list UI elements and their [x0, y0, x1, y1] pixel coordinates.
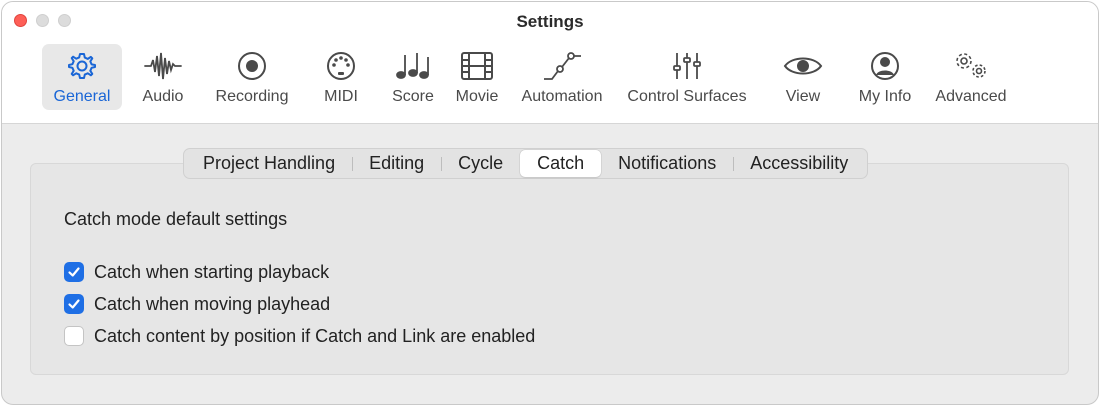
subtab-accessibility[interactable]: Accessibility: [733, 150, 865, 177]
tab-my-info[interactable]: My Info: [846, 44, 924, 110]
notes-icon: [395, 50, 431, 82]
checkbox-unchecked[interactable]: [64, 326, 84, 346]
subtab-editing[interactable]: Editing: [352, 150, 441, 177]
gear-icon: [66, 50, 98, 82]
gears-icon: [951, 50, 991, 82]
section-title: Catch mode default settings: [64, 209, 288, 229]
tab-advanced[interactable]: Advanced: [924, 44, 1018, 110]
tab-my-info-label: My Info: [858, 88, 912, 105]
tab-general-label: General: [53, 88, 111, 105]
tab-recording[interactable]: Recording: [204, 44, 300, 110]
tab-general[interactable]: General: [42, 44, 122, 110]
tab-view[interactable]: View: [760, 44, 846, 110]
option-catch-starting-playback[interactable]: Catch when starting playback: [64, 256, 535, 288]
waveform-icon: [143, 50, 183, 82]
tab-movie[interactable]: Movie: [444, 44, 510, 110]
tab-score-label: Score: [392, 88, 434, 105]
tab-control-surfaces[interactable]: Control Surfaces: [614, 44, 760, 110]
automation-icon: [542, 50, 582, 82]
tab-audio[interactable]: Audio: [122, 44, 204, 110]
checkmark-icon: [68, 267, 80, 277]
option-label: Catch content by position if Catch and L…: [94, 325, 536, 346]
window-title: Settings: [516, 12, 584, 31]
subtab-catch[interactable]: Catch: [520, 150, 602, 177]
option-label: Catch when moving playhead: [94, 293, 331, 314]
tab-view-label: View: [785, 88, 821, 105]
option-label: Catch when starting playback: [94, 261, 330, 282]
tab-recording-label: Recording: [215, 88, 289, 105]
option-catch-content-by-position[interactable]: Catch content by position if Catch and L…: [64, 320, 535, 352]
eye-icon: [783, 50, 823, 82]
option-catch-moving-playhead[interactable]: Catch when moving playhead: [64, 288, 535, 320]
catch-options: Catch when starting playback Catch when …: [64, 256, 535, 352]
subtab-project-handling[interactable]: Project Handling: [186, 150, 352, 177]
faders-icon: [672, 50, 702, 82]
record-icon: [236, 50, 268, 82]
tab-automation[interactable]: Automation: [510, 44, 614, 110]
tab-advanced-label: Advanced: [935, 88, 1007, 105]
tab-control-surfaces-label: Control Surfaces: [627, 88, 747, 105]
settings-toolbar: General Audio Recording MIDI Score Movie…: [42, 44, 1018, 110]
tab-midi[interactable]: MIDI: [300, 44, 382, 110]
titlebar: Settings General Audio Recording MIDI Sc…: [2, 2, 1098, 124]
general-subtabs: Project Handling Editing Cycle Catch Not…: [183, 148, 869, 179]
tab-automation-label: Automation: [521, 88, 603, 105]
checkmark-icon: [68, 299, 80, 309]
subtab-cycle[interactable]: Cycle: [441, 150, 520, 177]
person-icon: [869, 50, 901, 82]
film-icon: [460, 50, 494, 82]
midi-icon: [325, 50, 357, 82]
tab-movie-label: Movie: [455, 88, 499, 105]
tab-score[interactable]: Score: [382, 44, 444, 110]
checkbox-checked[interactable]: [64, 262, 84, 282]
tab-midi-label: MIDI: [324, 88, 358, 105]
tab-audio-label: Audio: [142, 88, 184, 105]
subtab-notifications[interactable]: Notifications: [601, 150, 733, 177]
checkbox-checked[interactable]: [64, 294, 84, 314]
